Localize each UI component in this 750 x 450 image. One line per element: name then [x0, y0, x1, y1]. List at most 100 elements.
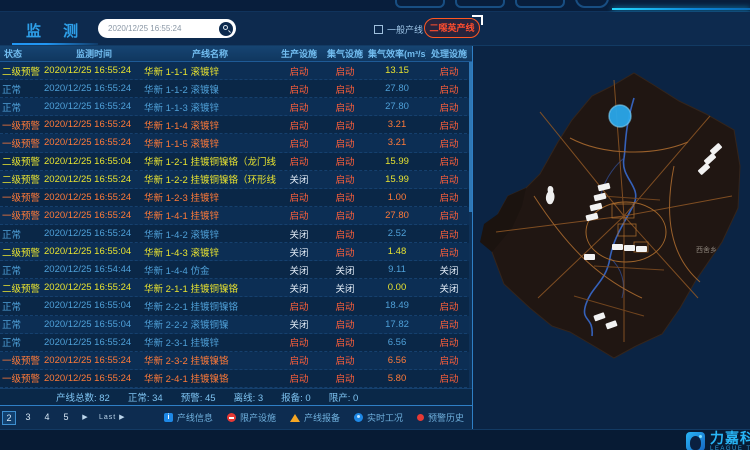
table-row[interactable]: 二级预警2020/12/25 16:55:24华新 1-1-1 滚镀锌启动启动1… [0, 62, 472, 80]
status-cell: 一级预警 [0, 118, 44, 132]
dioxin-line-button[interactable]: 二噁英产线 [424, 18, 480, 38]
efficiency-cell: 27.80 [368, 83, 426, 94]
efficiency-cell: 17.82 [368, 319, 426, 330]
status-cell: 二级预警 [0, 281, 44, 295]
time-cell: 2020/12/25 16:55:04 [44, 246, 144, 257]
table-row[interactable]: 一级预警2020/12/25 16:55:24华新 2-4-1 挂镀镍铬启动启动… [0, 370, 472, 388]
deco-shape [575, 0, 609, 8]
time-cell: 2020/12/25 16:55:04 [44, 156, 144, 167]
time-cell: 2020/12/25 16:55:24 [44, 83, 144, 94]
monitor-table-panel: 状态监测时间产线名称生产设施集气设施集气效率(m³/s)处理设施 二级预警202… [0, 46, 473, 429]
table-row[interactable]: 二级预警2020/12/25 16:55:24华新 1-2-2 挂镀铜镍铬（环形… [0, 171, 472, 189]
line-name-cell: 华新 1-2-1 挂镀铜镍铬（龙门线） [144, 154, 276, 168]
gas-facility-cell: 启动 [322, 100, 368, 114]
gas-facility-cell: 启动 [322, 335, 368, 349]
time-cell: 2020/12/25 16:55:24 [44, 137, 144, 148]
page-button-2[interactable]: 2 [2, 411, 16, 425]
legend-label: 产线报备 [304, 411, 340, 424]
column-header: 集气效率(m³/s) [368, 47, 426, 60]
production-facility-cell: 启动 [276, 64, 322, 78]
status-cell: 正常 [0, 317, 44, 331]
production-facility-cell: 关闭 [276, 227, 322, 241]
line-name-cell: 华新 2-2-2 滚镀铜镍 [144, 317, 276, 331]
table-row[interactable]: 正常2020/12/25 16:55:24华新 1-1-3 滚镀锌启动启动27.… [0, 98, 472, 116]
legend-rt-button[interactable]: 实时工况 [354, 411, 403, 424]
search-input[interactable] [108, 24, 219, 33]
place-label: 西舍乡 [696, 245, 717, 254]
brand-logo: 力嘉科技 LEAGUE TECH [686, 431, 750, 450]
production-facility-cell: 启动 [276, 371, 322, 385]
page-button-5[interactable]: 5 [59, 411, 73, 425]
summary-item: 限产: 0 [329, 390, 359, 404]
table-body: 二级预警2020/12/25 16:55:24华新 1-1-1 滚镀锌启动启动1… [0, 62, 472, 388]
page-button-3[interactable]: 3 [21, 411, 35, 425]
production-facility-cell: 关闭 [276, 317, 322, 331]
gas-facility-cell: 启动 [322, 299, 368, 313]
deco-shape [395, 0, 445, 8]
legend-limit-button[interactable]: 限产设施 [227, 411, 276, 424]
gas-facility-cell: 启动 [322, 227, 368, 241]
table-row[interactable]: 二级预警2020/12/25 16:55:04华新 1-2-1 挂镀铜镍铬（龙门… [0, 153, 472, 171]
efficiency-cell: 6.56 [368, 337, 426, 348]
status-cell: 一级预警 [0, 136, 44, 150]
table-row[interactable]: 二级预警2020/12/25 16:55:04华新 1-4-3 滚镀锌关闭启动1… [0, 243, 472, 261]
column-header: 处理设施 [426, 47, 472, 60]
legend-label: 预警历史 [428, 411, 464, 424]
table-row[interactable]: 一级预警2020/12/25 16:55:24华新 1-1-5 滚镀锌启动启动3… [0, 134, 472, 152]
table-row[interactable]: 正常2020/12/25 16:55:24华新 2-3-1 挂镀锌启动启动6.5… [0, 334, 472, 352]
checkbox-label: 一般产线 [387, 23, 423, 36]
table-row[interactable]: 二级预警2020/12/25 16:55:24华新 2-1-1 挂镀铜镍铬关闭关… [0, 279, 472, 297]
treatment-facility-cell: 启动 [426, 100, 472, 114]
efficiency-cell: 1.48 [368, 246, 426, 257]
table-row[interactable]: 一级预警2020/12/25 16:55:24华新 1-4-1 挂镀锌启动启动2… [0, 207, 472, 225]
efficiency-cell: 27.80 [368, 210, 426, 221]
table-row[interactable]: 一级预警2020/12/25 16:55:24华新 1-1-4 滚镀锌启动启动3… [0, 116, 472, 134]
status-cell: 一级预警 [0, 353, 44, 367]
legend-label: 产线信息 [177, 411, 213, 424]
history-icon [417, 414, 424, 421]
efficiency-cell: 9.11 [368, 264, 426, 275]
brand-subtitle: LEAGUE TECH [710, 446, 750, 450]
production-facility-cell: 关闭 [276, 172, 322, 186]
city-map[interactable]: 西舍乡 [474, 46, 750, 429]
summary-bar: 产线总数: 82正常: 34预警: 45离线: 3报备: 0限产: 0 [0, 388, 472, 405]
search-button[interactable] [219, 22, 233, 36]
table-row[interactable]: 正常2020/12/25 16:55:24华新 1-4-2 滚镀锌关闭启动2.5… [0, 225, 472, 243]
status-cell: 正常 [0, 299, 44, 313]
time-cell: 2020/12/25 16:55:24 [44, 373, 144, 384]
gas-facility-cell: 关闭 [322, 263, 368, 277]
table-row[interactable]: 一级预警2020/12/25 16:55:24华新 1-2-3 挂镀锌启动启动1… [0, 189, 472, 207]
efficiency-cell: 2.52 [368, 228, 426, 239]
time-cell: 2020/12/25 16:55:24 [44, 210, 144, 221]
table-row[interactable]: 正常2020/12/25 16:55:24华新 1-1-2 滚镀镍启动启动27.… [0, 80, 472, 98]
page-button-4[interactable]: 4 [40, 411, 54, 425]
legend-report-button[interactable]: 产线报备 [290, 411, 340, 424]
last-page-button[interactable]: Last ▶ [97, 411, 128, 425]
treatment-facility-cell: 启动 [426, 299, 472, 313]
table-row[interactable]: 正常2020/12/25 16:55:04华新 2-2-1 挂镀铜镍铬启动启动1… [0, 297, 472, 315]
table-row[interactable]: 正常2020/12/25 16:54:44华新 1-4-4 仿金关闭关闭9.11… [0, 261, 472, 279]
gas-facility-cell: 启动 [322, 317, 368, 331]
treatment-facility-cell: 启动 [426, 82, 472, 96]
line-name-cell: 华新 1-1-1 滚镀锌 [144, 64, 276, 78]
gas-facility-cell: 启动 [322, 353, 368, 367]
production-facility-cell: 关闭 [276, 281, 322, 295]
next-page-button[interactable]: ▶ [78, 411, 92, 425]
treatment-facility-cell: 启动 [426, 245, 472, 259]
legend-history-button[interactable]: 预警历史 [417, 411, 464, 424]
table-row[interactable]: 正常2020/12/25 16:55:04华新 2-2-2 滚镀铜镍关闭启动17… [0, 316, 472, 334]
legend-info-button[interactable]: i产线信息 [164, 411, 213, 424]
gas-facility-cell: 启动 [322, 208, 368, 222]
table-row[interactable]: 一级预警2020/12/25 16:55:24华新 2-3-2 挂镀镍铬启动启动… [0, 352, 472, 370]
gas-facility-cell: 启动 [322, 118, 368, 132]
production-facility-cell: 启动 [276, 208, 322, 222]
status-cell: 二级预警 [0, 64, 44, 78]
general-line-checkbox[interactable]: 一般产线 [374, 23, 423, 36]
production-facility-cell: 启动 [276, 190, 322, 204]
scrollbar-thumb[interactable] [469, 62, 472, 212]
status-cell: 一级预警 [0, 190, 44, 204]
search-icon [223, 25, 228, 30]
gas-facility-cell: 启动 [322, 82, 368, 96]
efficiency-cell: 3.21 [368, 119, 426, 130]
line-name-cell: 华新 2-3-1 挂镀锌 [144, 335, 276, 349]
